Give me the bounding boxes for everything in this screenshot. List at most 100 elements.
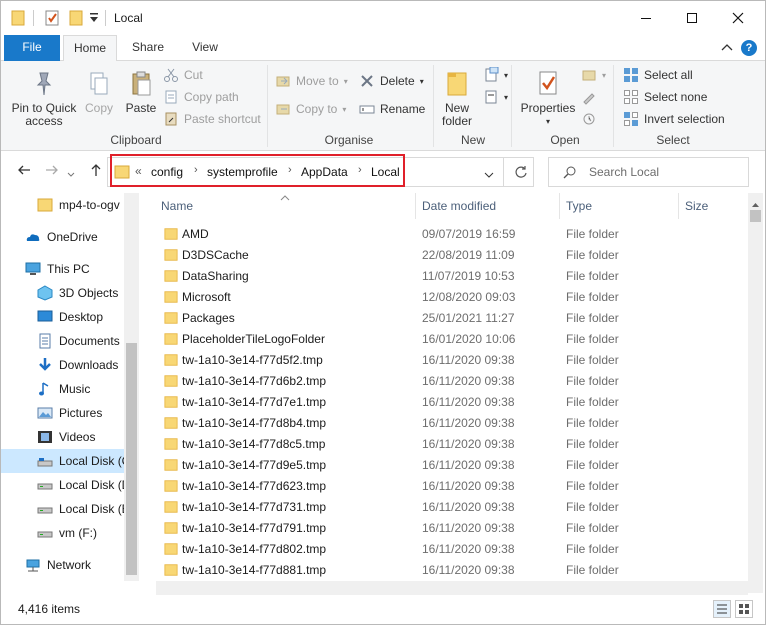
tab-home[interactable]: Home: [63, 35, 117, 62]
table-row[interactable]: tw-1a10-3e14-f77d8c5.tmp 16/11/2020 09:38…: [156, 434, 748, 455]
table-row[interactable]: tw-1a10-3e14-f77d8b4.tmp 16/11/2020 09:38…: [156, 413, 748, 434]
file-date: 16/11/2020 09:38: [422, 542, 515, 556]
help-icon[interactable]: ?: [741, 40, 757, 56]
table-row[interactable]: AMD 09/07/2019 16:59 File folder: [156, 224, 748, 245]
nav-item-local-disk-d[interactable]: Local Disk (D: [1, 473, 125, 497]
nav-item-pictures[interactable]: Pictures: [1, 401, 125, 425]
column-header-type[interactable]: Type: [566, 199, 592, 213]
back-button[interactable]: [17, 163, 31, 182]
table-row[interactable]: tw-1a10-3e14-f77d731.tmp 16/11/2020 09:38…: [156, 497, 748, 518]
folder-icon: [37, 198, 53, 212]
new-folder-button[interactable]: New folder: [437, 69, 477, 128]
copy-to-button[interactable]: Copy to ▾: [275, 101, 346, 117]
invert-selection-button[interactable]: Invert selection: [623, 111, 725, 127]
minimize-button[interactable]: [623, 1, 669, 35]
nav-item-network[interactable]: Network: [1, 553, 125, 577]
properties-quick-icon[interactable]: [45, 10, 59, 29]
table-row[interactable]: PlaceholderTileLogoFolder 16/01/2020 10:0…: [156, 329, 748, 350]
nav-item-this-pc[interactable]: This PC: [1, 257, 125, 281]
nav-pane-scroll-thumb[interactable]: [126, 343, 137, 575]
file-date: 16/01/2020 10:06: [422, 332, 516, 346]
select-none-button[interactable]: Select none: [623, 89, 707, 105]
nav-item-mp4-to-ogv[interactable]: mp4-to-ogv: [1, 193, 125, 217]
rename-button[interactable]: Rename: [359, 101, 425, 117]
search-box[interactable]: Search Local: [548, 157, 749, 187]
table-row[interactable]: Microsoft 12/08/2020 09:03 File folder: [156, 287, 748, 308]
close-button[interactable]: [715, 1, 761, 35]
table-row[interactable]: tw-1a10-3e14-f77d623.tmp 16/11/2020 09:38…: [156, 476, 748, 497]
nav-item-videos[interactable]: Videos: [1, 425, 125, 449]
table-row[interactable]: D3DSCache 22/08/2019 11:09 File folder: [156, 245, 748, 266]
table-row[interactable]: tw-1a10-3e14-f77d7e1.tmp 16/11/2020 09:38…: [156, 392, 748, 413]
history-button[interactable]: [581, 111, 597, 127]
table-row[interactable]: tw-1a10-3e14-f77d5f2.tmp 16/11/2020 09:38…: [156, 350, 748, 371]
up-button[interactable]: [89, 163, 103, 182]
nav-item-local-disk-e[interactable]: Local Disk (E: [1, 497, 125, 521]
nav-item-vm-f[interactable]: vm (F:): [1, 521, 125, 545]
nav-item-local-disk-c[interactable]: Local Disk (C: [1, 449, 125, 473]
file-name: tw-1a10-3e14-f77d8b4.tmp: [182, 416, 327, 430]
table-row[interactable]: tw-1a10-3e14-f77d6b2.tmp 16/11/2020 09:38…: [156, 371, 748, 392]
customize-quick-access-icon[interactable]: [89, 12, 99, 27]
table-row[interactable]: tw-1a10-3e14-f77d9e5.tmp 16/11/2020 09:38…: [156, 455, 748, 476]
file-type: File folder: [566, 269, 619, 283]
table-row[interactable]: tw-1a10-3e14-f77d802.tmp 16/11/2020 09:38…: [156, 539, 748, 560]
nav-item-onedrive[interactable]: OneDrive: [1, 225, 125, 249]
refresh-icon[interactable]: [514, 165, 528, 182]
nav-item-downloads[interactable]: Downloads: [1, 353, 125, 377]
tab-share[interactable]: Share: [123, 35, 173, 61]
folder-icon: [164, 375, 178, 387]
edit-button[interactable]: [581, 89, 597, 105]
column-header-name[interactable]: Name: [161, 199, 193, 213]
new-folder-icon: [447, 72, 467, 96]
paste-button[interactable]: Paste: [121, 69, 161, 115]
copy-button[interactable]: Copy: [81, 69, 117, 115]
maximize-button[interactable]: [669, 1, 715, 35]
nav-item-documents[interactable]: Documents: [1, 329, 125, 353]
new-folder-quick-icon[interactable]: [69, 10, 83, 29]
pin-to-quick-access-button[interactable]: Pin to Quick access: [9, 69, 79, 128]
move-to-button[interactable]: Move to ▾: [275, 73, 348, 89]
column-header-date[interactable]: Date modified: [422, 199, 496, 213]
forward-arrow-icon: [46, 165, 58, 175]
easy-access-button[interactable]: ▾: [483, 89, 508, 105]
nav-item-music[interactable]: Music: [1, 377, 125, 401]
large-icons-view-button[interactable]: [735, 600, 753, 618]
table-row[interactable]: tw-1a10-3e14-f77d881.tmp 16/11/2020 09:38…: [156, 560, 748, 581]
address-dropdown-icon[interactable]: [484, 168, 494, 182]
table-row[interactable]: DataSharing 11/07/2019 10:53 File folder: [156, 266, 748, 287]
tab-view[interactable]: View: [181, 35, 229, 61]
sort-ascending-icon: [280, 193, 290, 203]
open-button[interactable]: ▾: [581, 67, 606, 83]
folder-icon: [164, 417, 178, 429]
ribbon: Pin to Quick access Copy Paste Cut Copy …: [1, 61, 765, 151]
maximize-icon: [687, 13, 697, 23]
table-row[interactable]: Packages 25/01/2021 11:27 File folder: [156, 308, 748, 329]
copy-path-button[interactable]: Copy path: [163, 89, 239, 105]
file-name: tw-1a10-3e14-f77d8c5.tmp: [182, 437, 326, 451]
column-header-size[interactable]: Size: [685, 199, 708, 213]
cut-button[interactable]: Cut: [163, 67, 203, 83]
paste-shortcut-button[interactable]: Paste shortcut: [163, 111, 261, 127]
nav-item-desktop[interactable]: Desktop: [1, 305, 125, 329]
recent-locations-button[interactable]: [67, 166, 75, 184]
file-date: 16/11/2020 09:38: [422, 563, 515, 577]
table-row[interactable]: tw-1a10-3e14-f77d791.tmp 16/11/2020 09:38…: [156, 518, 748, 539]
horizontal-scrollbar[interactable]: [156, 581, 748, 595]
search-placeholder: Search Local: [589, 165, 660, 179]
scroll-up-icon[interactable]: [751, 197, 760, 211]
nav-item-3d-objects[interactable]: 3D Objects: [1, 281, 125, 305]
file-list-scroll-thumb[interactable]: [750, 210, 761, 222]
select-all-button[interactable]: Select all: [623, 67, 693, 83]
details-view-button[interactable]: [713, 600, 731, 618]
collapse-ribbon-icon[interactable]: [721, 42, 733, 56]
nav-pane-scrollbar[interactable]: [124, 193, 139, 581]
delete-button[interactable]: Delete ▾: [359, 73, 424, 89]
properties-button[interactable]: Properties ▾: [519, 69, 577, 128]
file-list-scrollbar[interactable]: [748, 193, 763, 593]
new-item-button[interactable]: ▾: [483, 67, 508, 83]
tab-file[interactable]: File: [4, 35, 60, 61]
forward-button[interactable]: [45, 163, 59, 182]
minimize-icon: [641, 18, 651, 19]
scissors-icon: [164, 68, 178, 82]
